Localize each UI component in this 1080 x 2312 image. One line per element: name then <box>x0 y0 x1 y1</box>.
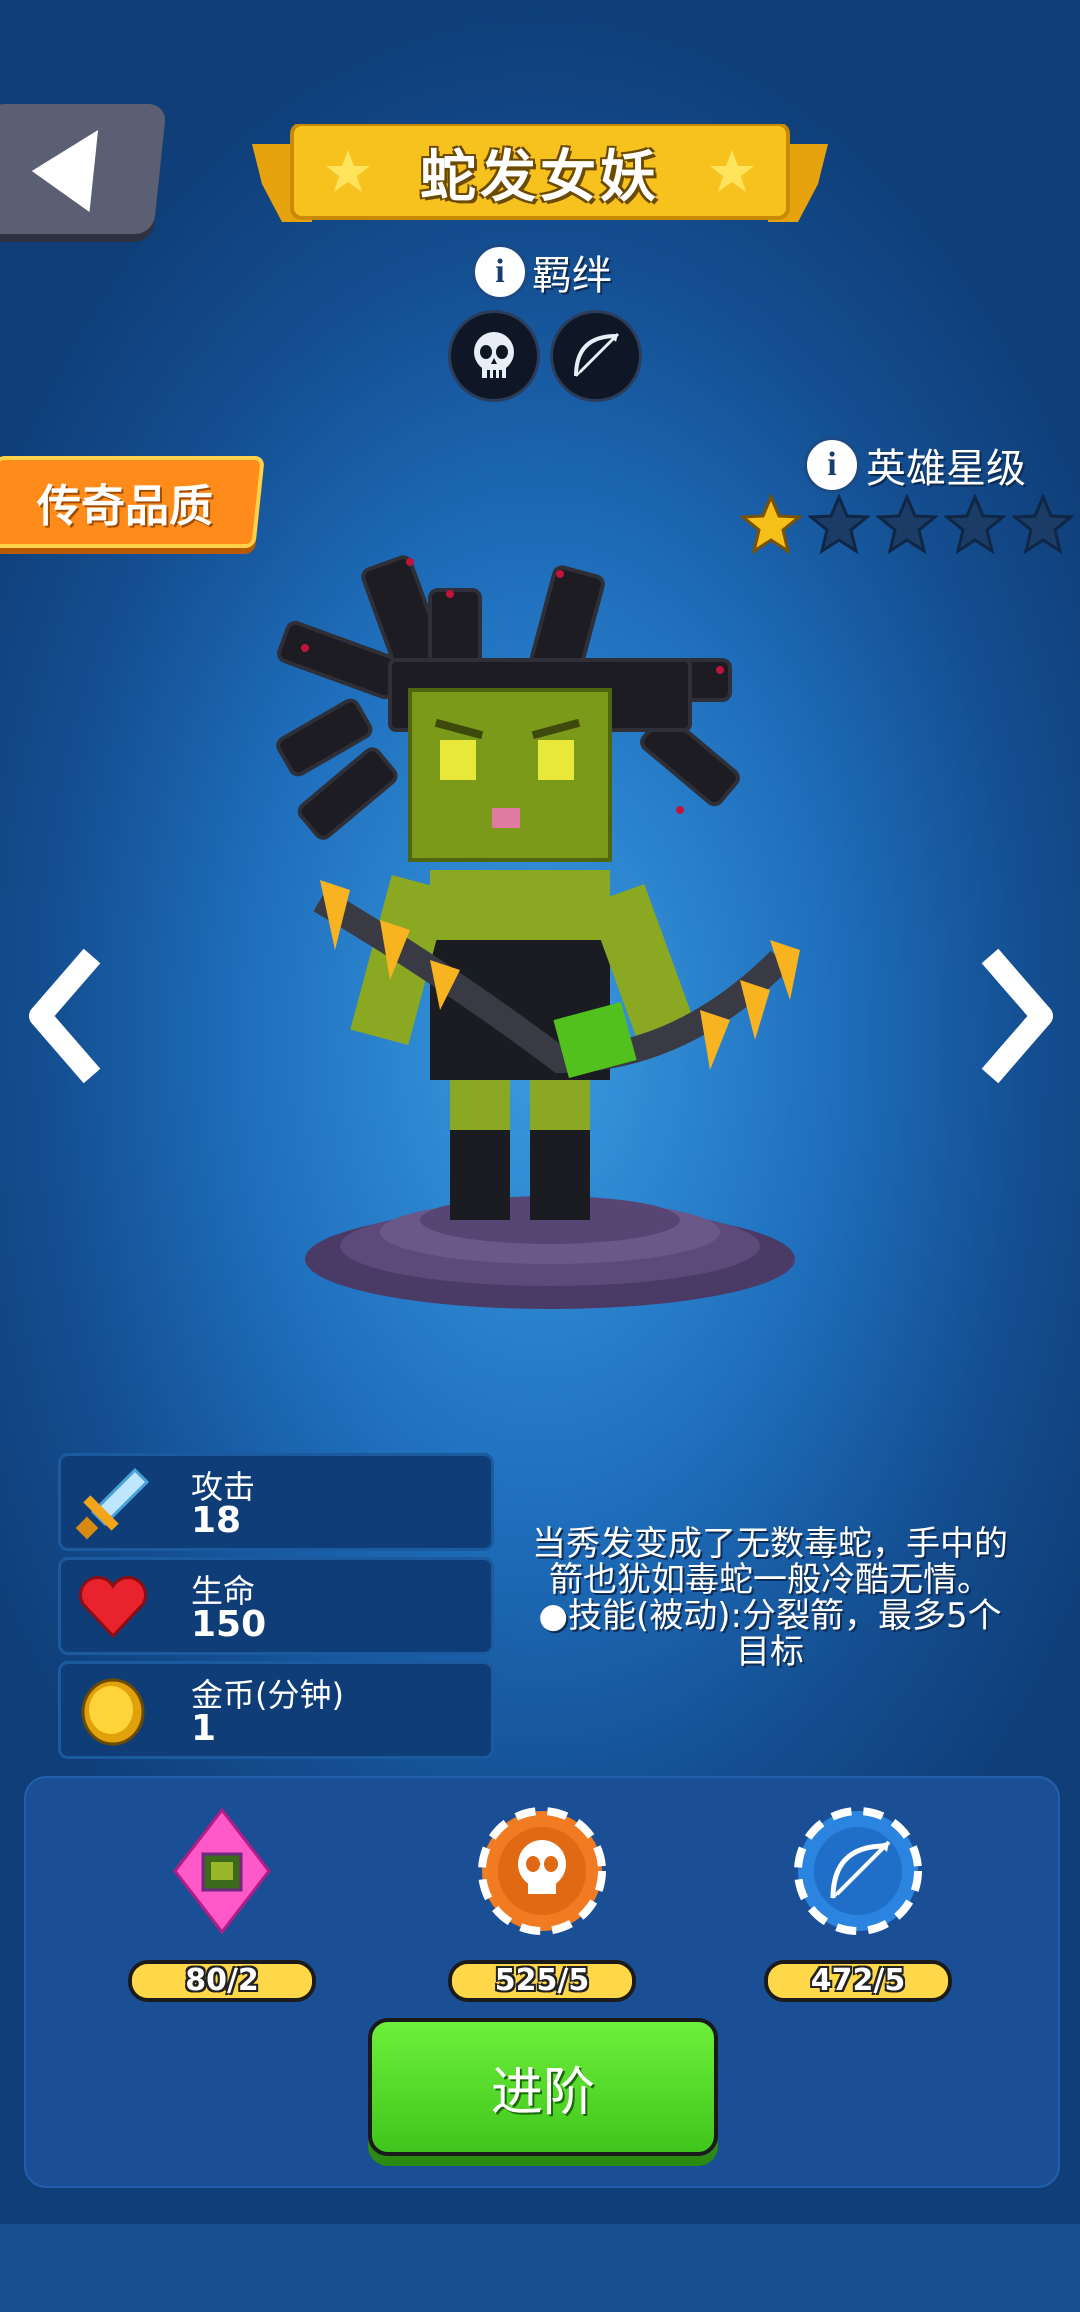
bond-info-button[interactable]: i 羁绊 <box>472 244 612 300</box>
resource-bow-chip[interactable]: 472/5 <box>758 1806 958 2002</box>
resource-count: 472/5 <box>810 1963 906 1998</box>
back-arrow-icon <box>31 130 99 212</box>
bow-chip-icon <box>794 1807 922 1935</box>
bottom-strip <box>0 2224 1080 2312</box>
info-icon: i <box>804 437 860 493</box>
star-level-info-button[interactable]: i 英雄星级 <box>804 436 1026 494</box>
sword-icon <box>75 1467 150 1540</box>
star-level-label: 英雄星级 <box>866 446 1026 492</box>
chevron-right-icon <box>981 948 1053 1084</box>
coin-icon <box>81 1678 145 1746</box>
resource-count: 80/2 <box>185 1963 259 1998</box>
hero-name: 蛇发女妖 <box>420 145 660 210</box>
prev-hero-button[interactable] <box>26 946 106 1090</box>
stat-health-value: 150 <box>191 1604 267 1645</box>
quality-badge: 传奇品质 <box>0 456 265 548</box>
star-empty-icon <box>876 494 938 555</box>
resource-bar: 472/5 <box>764 1960 952 2002</box>
stat-gold-value: 1 <box>191 1708 217 1749</box>
title-ribbon: 蛇发女妖 <box>252 124 828 230</box>
resource-bar: 525/5 <box>448 1960 636 2002</box>
heart-icon <box>79 1576 147 1639</box>
back-button[interactable] <box>0 104 167 234</box>
bond-label: 羁绊 <box>532 253 612 299</box>
gem-shard-icon <box>173 1807 271 1935</box>
stat-attack: 攻击 18 <box>58 1453 494 1551</box>
resource-count: 525/5 <box>494 1963 590 1998</box>
advance-button-label: 进阶 <box>490 2062 595 2123</box>
info-icon: i <box>472 244 528 300</box>
description-line: 目标 <box>736 1632 804 1672</box>
stat-gold: 金币(分钟) 1 <box>58 1661 494 1759</box>
bow-icon[interactable] <box>550 310 642 402</box>
skull-icon[interactable] <box>448 310 540 402</box>
stat-health: 生命 150 <box>58 1557 494 1655</box>
description-line: 箭也犹如毒蛇一般冷酷无情。 <box>549 1560 991 1600</box>
chevron-left-icon <box>29 948 101 1084</box>
star-empty-icon <box>944 494 1006 555</box>
hero-description: 当秀发变成了无数毒蛇，手中的 箭也犹如毒蛇一般冷酷无情。 ●技能(被动):分裂箭… <box>510 1526 1030 1670</box>
star-empty-icon <box>1012 494 1074 555</box>
description-line: ●技能(被动):分裂箭，最多5个 <box>538 1596 1002 1636</box>
resource-hero-shard[interactable]: 80/2 <box>122 1806 322 2002</box>
description-line: 当秀发变成了无数毒蛇，手中的 <box>532 1524 1008 1564</box>
stat-attack-value: 18 <box>191 1500 242 1541</box>
next-hero-button[interactable] <box>976 946 1056 1090</box>
resource-bar: 80/2 <box>128 1960 316 2002</box>
skull-chip-icon <box>478 1807 606 1935</box>
quality-label: 传奇品质 <box>37 481 213 532</box>
advance-button[interactable]: 进阶 <box>368 2018 718 2156</box>
resource-skull-chip[interactable]: 525/5 <box>442 1806 642 2002</box>
bond-icons <box>448 310 642 402</box>
hero-character <box>276 555 800 1220</box>
